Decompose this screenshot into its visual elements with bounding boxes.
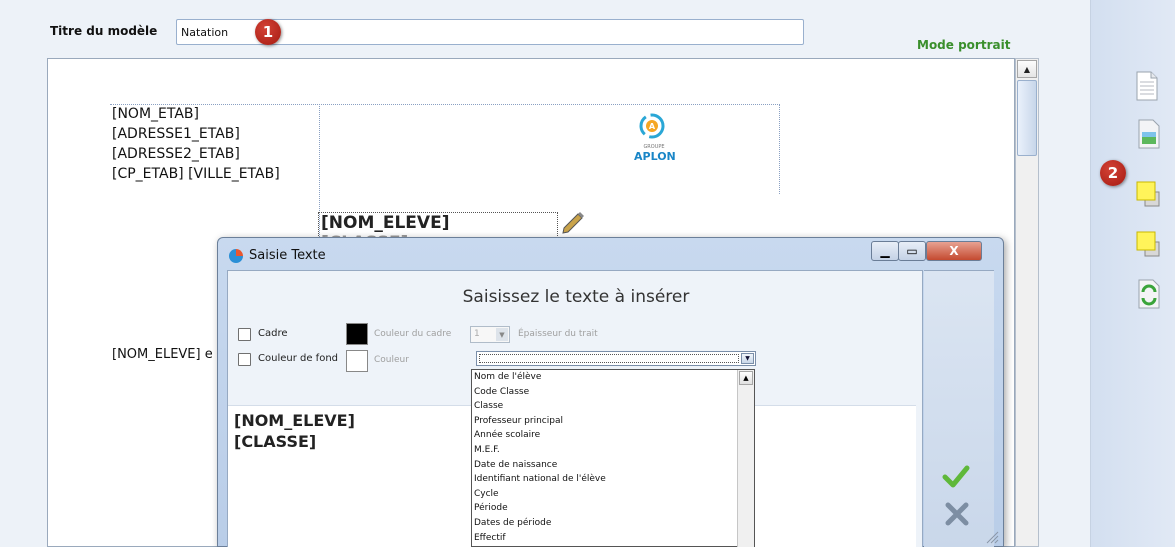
- couleur-fond-label: Couleur de fond: [258, 353, 338, 364]
- eleve-line: [NOM_ELEVE]: [321, 213, 450, 233]
- resize-grip-icon[interactable]: [985, 530, 999, 544]
- dropdown-item[interactable]: Cycle: [472, 487, 754, 502]
- refresh-icon[interactable]: [1135, 278, 1163, 310]
- dropdown-scrollbar[interactable]: ▲: [737, 370, 754, 547]
- mode-portrait-label[interactable]: Mode portrait: [917, 38, 1010, 52]
- etab-line: [ADRESSE1_ETAB]: [112, 126, 240, 142]
- epaisseur-value: 1: [474, 329, 480, 339]
- chevron-down-icon[interactable]: ▼: [741, 353, 754, 364]
- dropdown-item[interactable]: Période: [472, 501, 754, 516]
- couleur-cadre-label: Couleur du cadre: [374, 329, 452, 339]
- cadre-label: Cadre: [258, 328, 288, 339]
- text-area-line: [CLASSE]: [234, 432, 317, 451]
- chevron-down-icon: ▼: [496, 328, 508, 341]
- svg-text:A: A: [649, 122, 656, 131]
- field-insert-combo[interactable]: ▼: [476, 351, 756, 366]
- dropdown-item[interactable]: Classe: [472, 399, 754, 414]
- fond-color-swatch[interactable]: [346, 350, 368, 372]
- nom-eleve-inline-text[interactable]: [NOM_ELEVE] e: [112, 347, 213, 362]
- dropdown-item[interactable]: Nom de l'élève: [472, 370, 754, 385]
- cadre-color-swatch[interactable]: [346, 323, 368, 345]
- etab-line: [ADRESSE2_ETAB]: [112, 146, 240, 162]
- close-button[interactable]: X: [926, 241, 982, 261]
- cadre-checkbox[interactable]: [238, 328, 251, 341]
- app-logo-icon: [229, 249, 243, 263]
- couleur-label: Couleur: [374, 355, 409, 365]
- field-dropdown-list[interactable]: Nom de l'élève Code Classe Classe Profes…: [471, 369, 755, 547]
- dropdown-item[interactable]: Identifiant national de l'élève: [472, 472, 754, 487]
- logo-box[interactable]: A GROUPE APLON: [320, 104, 780, 194]
- text-area-line: [NOM_ELEVE]: [234, 411, 355, 430]
- combo-focus-box: [479, 354, 739, 363]
- etab-line: [CP_ETAB] [VILLE_ETAB]: [112, 166, 280, 182]
- maximize-button[interactable]: ▭: [898, 241, 926, 261]
- page-icon[interactable]: [1133, 70, 1161, 102]
- dialog-titlebar[interactable]: Saisie Texte ▁ ▭ X: [218, 238, 1003, 272]
- scroll-up-arrow[interactable]: ▲: [739, 371, 753, 385]
- yellow-note-icon-2[interactable]: [1135, 228, 1163, 260]
- dropdown-item[interactable]: Date de naissance: [472, 458, 754, 473]
- epaisseur-select[interactable]: 1 ▼: [470, 326, 510, 343]
- couleur-fond-checkbox[interactable]: [238, 353, 251, 366]
- cancel-icon[interactable]: [943, 500, 971, 528]
- dropdown-item[interactable]: Code Classe: [472, 385, 754, 400]
- page-scrollbar[interactable]: ▲: [1015, 58, 1039, 547]
- aplon-logo-icon: A: [639, 113, 665, 139]
- text-area-content: [NOM_ELEVE] [CLASSE]: [234, 410, 355, 452]
- title-label: Titre du modèle: [50, 24, 158, 38]
- callout-badge-2: 2: [1100, 160, 1126, 186]
- minimize-button[interactable]: ▁: [871, 241, 899, 261]
- dialog-heading: Saisissez le texte à insérer: [462, 287, 690, 307]
- pencil-icon[interactable]: [560, 208, 586, 234]
- callout-badge-1: 1: [255, 19, 281, 45]
- yellow-note-icon[interactable]: [1135, 178, 1163, 210]
- dropdown-item[interactable]: Professeur principal: [472, 414, 754, 429]
- dialog-title: Saisie Texte: [249, 248, 326, 263]
- scroll-thumb[interactable]: [1017, 80, 1037, 156]
- dropdown-item[interactable]: Année scolaire: [472, 428, 754, 443]
- epaisseur-label: Épaisseur du trait: [518, 329, 598, 339]
- scroll-up-arrow[interactable]: ▲: [1017, 60, 1037, 78]
- logo-brand-text: APLON: [634, 150, 676, 163]
- right-tool-panel: 2: [1090, 0, 1175, 547]
- image-icon[interactable]: [1135, 118, 1163, 150]
- etab-line: [NOM_ETAB]: [112, 106, 199, 122]
- dropdown-item[interactable]: Effectif: [472, 531, 754, 546]
- dropdown-item[interactable]: Dates de période: [472, 516, 754, 531]
- check-icon[interactable]: [942, 462, 970, 490]
- dropdown-item[interactable]: M.E.F.: [472, 443, 754, 458]
